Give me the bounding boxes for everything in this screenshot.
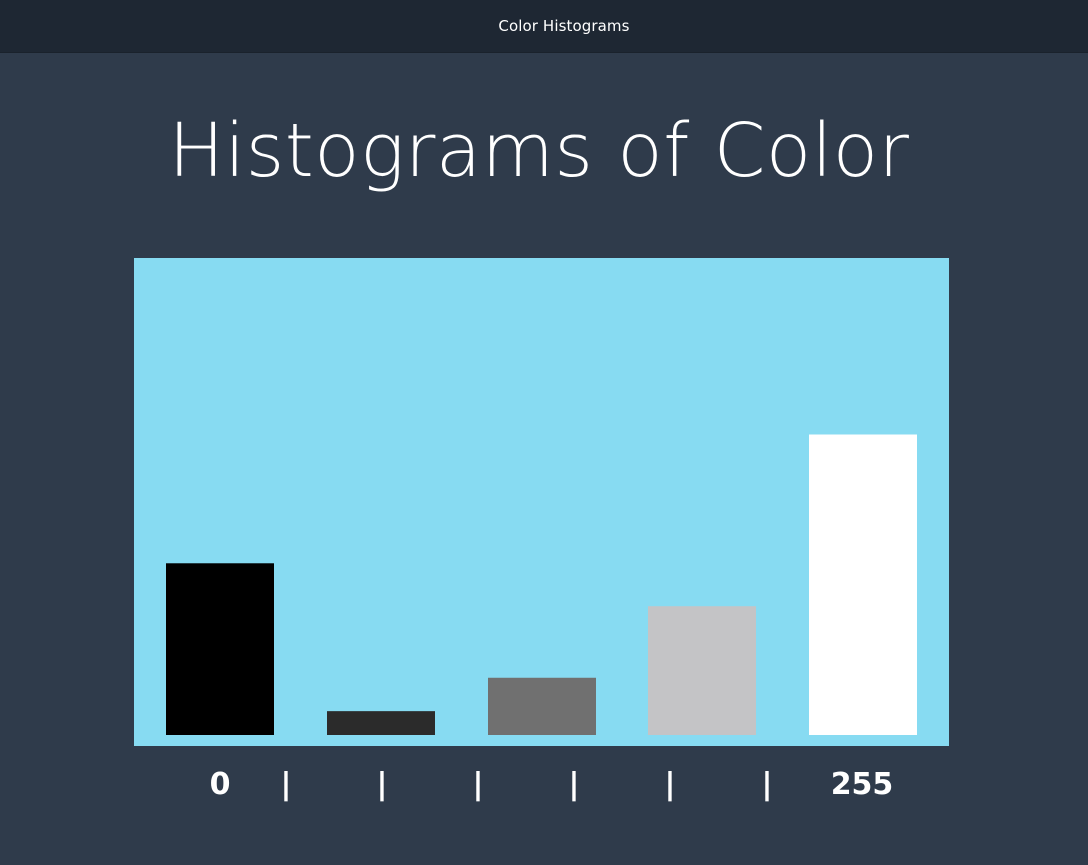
axis-tick-label: 255 <box>831 767 894 802</box>
axis-tick-separator: | <box>569 767 580 802</box>
histogram-bar-2 <box>327 711 435 735</box>
histogram-bar-4 <box>648 606 756 735</box>
axis-tick-separator: | <box>377 767 388 802</box>
axis-tick-separator: | <box>473 767 484 802</box>
axis-tick-separator: | <box>762 767 773 802</box>
histogram-chart: 0 | | | | | | 255 <box>134 258 949 802</box>
histogram-bar-1 <box>166 563 274 735</box>
axis-tick-separator: | <box>665 767 676 802</box>
window-title: Color Histograms <box>498 17 630 35</box>
title-bar: Color Histograms <box>0 0 1088 53</box>
axis-tick-label: 0 <box>210 767 231 802</box>
histogram-bar-3 <box>488 677 596 735</box>
histogram-bar-5 <box>809 434 917 735</box>
axis-tick-separator: | <box>281 767 292 802</box>
slide: Histograms of Color 0 | | | | | | 255 <box>0 53 1088 865</box>
